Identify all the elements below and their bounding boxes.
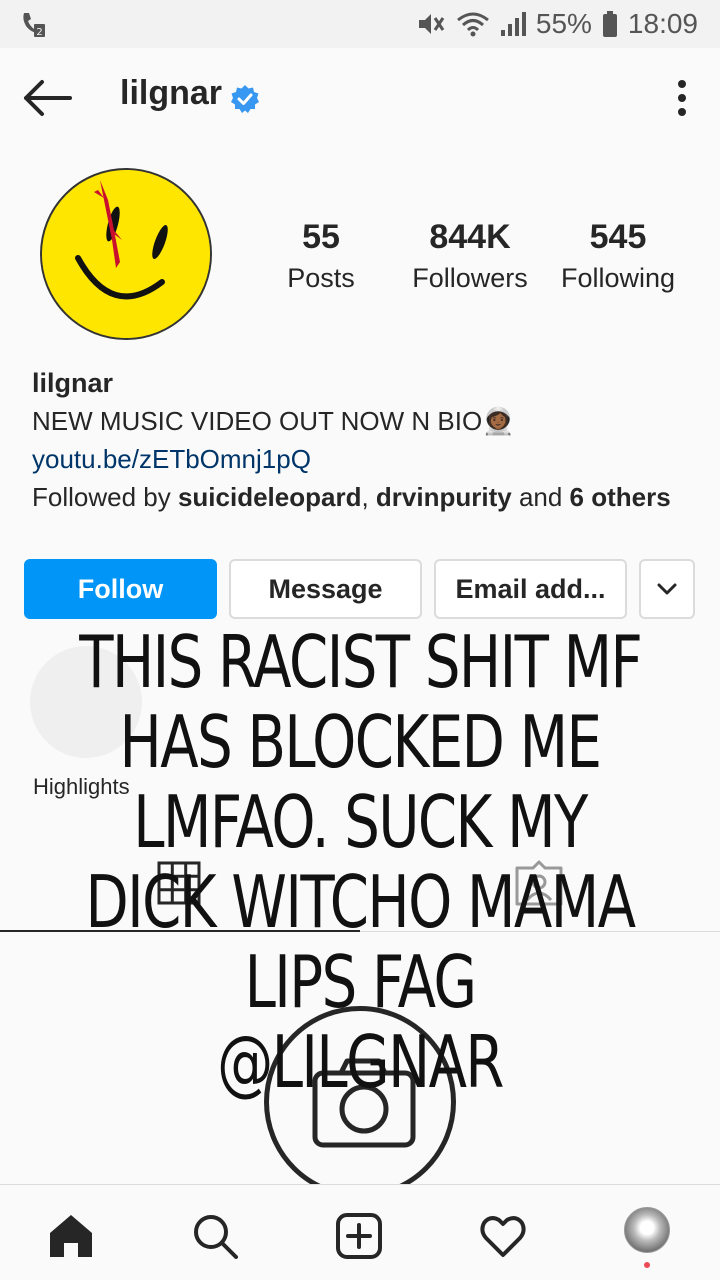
overlay-line-5: LIPS FAG <box>244 940 477 1024</box>
search-icon <box>194 1215 238 1259</box>
arrow-left-icon <box>24 80 72 116</box>
clock: 18:09 <box>627 8 698 39</box>
overlay-line-1: THIS RACIST SHIT MF <box>79 620 643 704</box>
svg-text:2: 2 <box>36 27 42 38</box>
posts-label: Posts <box>287 263 355 293</box>
astronaut-emoji: 👩🏾‍🚀 <box>482 406 515 436</box>
followed-by-others: 6 others <box>569 482 671 512</box>
profile-header: lilgnar <box>0 48 720 148</box>
followed-by-sep: , <box>361 482 376 512</box>
followed-by-user-1: suicideleopard <box>177 482 362 512</box>
status-bar: 2 55% 18:09 <box>0 0 720 48</box>
more-options-button[interactable] <box>666 76 698 120</box>
signal-icon <box>500 10 526 38</box>
suggested-dropdown-button[interactable] <box>639 559 695 619</box>
battery-percent: 55% <box>535 8 592 39</box>
overlay-line-6: @LILGNAR <box>217 1020 504 1104</box>
wifi-icon <box>456 10 490 38</box>
posts-stat[interactable]: 55 Posts <box>241 216 401 298</box>
chevron-down-icon <box>657 583 677 595</box>
mute-icon <box>416 10 446 38</box>
nav-activity[interactable] <box>478 1211 528 1261</box>
nav-add-post[interactable] <box>334 1211 384 1261</box>
posts-count: 55 <box>302 218 340 256</box>
smiley-face-image <box>42 170 210 338</box>
notification-dot <box>644 1262 650 1268</box>
following-count: 545 <box>589 218 647 256</box>
email-button[interactable]: Email add... <box>434 559 627 619</box>
profile-name: lilgnar <box>32 368 114 398</box>
verified-badge-icon <box>230 84 260 114</box>
add-post-icon <box>336 1213 382 1259</box>
nav-home[interactable] <box>46 1211 96 1261</box>
bio-link[interactable]: youtu.be/zETbOmnj1pQ <box>32 440 702 478</box>
followers-stat[interactable]: 844K Followers <box>390 216 550 298</box>
call-sim2-icon: 2 <box>20 10 46 38</box>
overlay-line-4: DICK WITCHO MAMA <box>85 860 636 944</box>
back-button[interactable] <box>20 78 74 118</box>
nav-search[interactable] <box>190 1211 240 1261</box>
followed-by[interactable]: Followed by suicideleopard, drvinpurity … <box>32 478 702 516</box>
profile-bio: lilgnar NEW MUSIC VIDEO OUT NOW N BIO👩🏾‍… <box>32 364 702 516</box>
overlay-line-2: HAS BLOCKED ME <box>119 700 602 784</box>
page-title: lilgnar <box>120 74 223 112</box>
followers-count: 844K <box>429 218 511 256</box>
followed-by-user-2: drvinpurity <box>375 482 512 512</box>
status-icons: 55% 18:09 <box>416 6 698 42</box>
follow-button[interactable]: Follow <box>24 559 217 619</box>
following-label: Following <box>560 263 676 293</box>
battery-icon <box>602 10 618 38</box>
followed-by-and: and <box>511 482 570 512</box>
home-icon <box>50 1215 92 1257</box>
overlay-line-3: LMFAO. SUCK MY <box>133 780 588 864</box>
following-stat[interactable]: 545 Following <box>538 216 698 298</box>
overlay-caption: THIS RACIST SHIT MF HAS BLOCKED ME LMFAO… <box>79 620 643 1104</box>
message-button[interactable]: Message <box>229 559 422 619</box>
bio-text: NEW MUSIC VIDEO OUT NOW N BIO <box>32 406 483 436</box>
profile-avatar[interactable] <box>40 168 212 340</box>
bottom-navigation <box>0 1184 720 1280</box>
bio-line: NEW MUSIC VIDEO OUT NOW N BIO👩🏾‍🚀 <box>32 402 702 440</box>
heart-icon <box>480 1216 526 1257</box>
vertical-dots-icon <box>678 80 686 116</box>
followers-label: Followers <box>412 263 528 293</box>
followed-by-prefix: Followed by <box>32 482 178 512</box>
nav-profile-avatar[interactable] <box>624 1207 670 1253</box>
